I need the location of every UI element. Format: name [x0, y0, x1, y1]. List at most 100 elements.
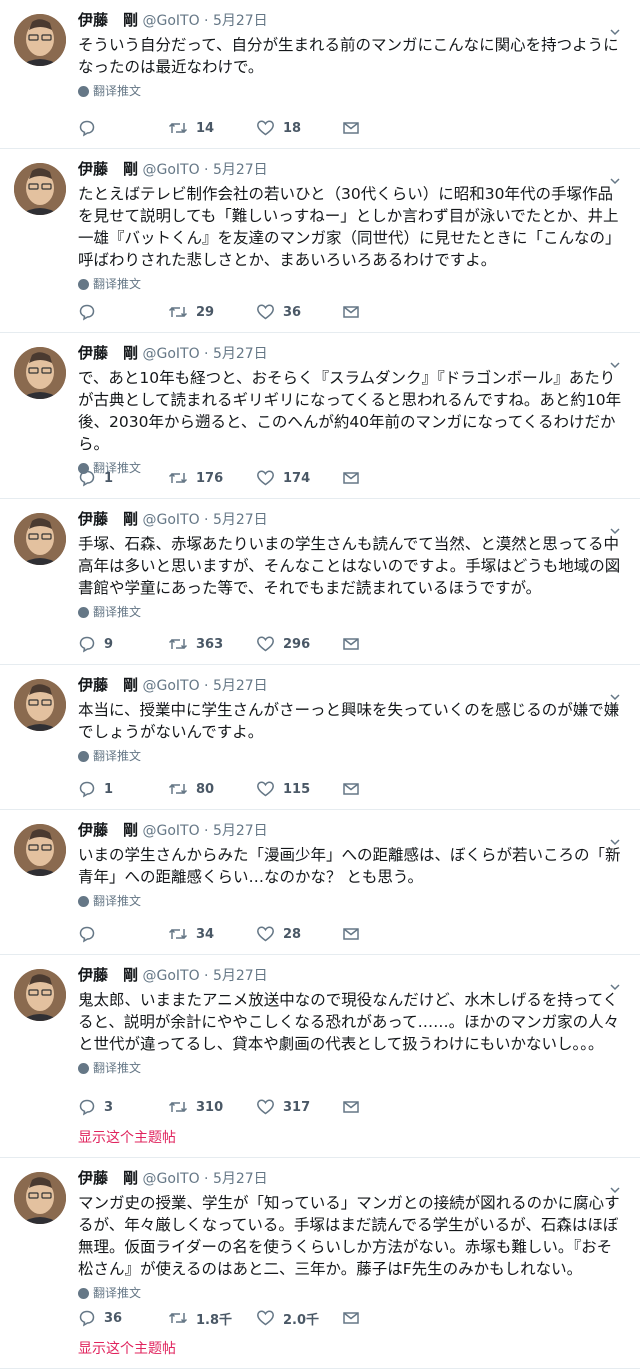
- tweet-date[interactable]: 5月27日: [213, 968, 268, 984]
- message-button[interactable]: [342, 635, 382, 653]
- like-button[interactable]: 296: [256, 635, 342, 653]
- tweet-actions: 29 36: [78, 302, 382, 322]
- reply-icon: [78, 780, 96, 798]
- show-thread-link[interactable]: 显示这个主题帖: [78, 1338, 176, 1358]
- user-handle[interactable]: @GoITO: [142, 512, 199, 528]
- chevron-down-icon[interactable]: [610, 22, 620, 36]
- like-icon: [256, 780, 275, 798]
- tweet[interactable]: 伊藤 剛 @GoITO · 5月27日 いまの学生さんからみた「漫画少年」への距…: [0, 810, 640, 955]
- avatar[interactable]: [14, 14, 66, 66]
- like-button[interactable]: 36: [256, 303, 342, 321]
- user-handle[interactable]: @GoITO: [142, 968, 199, 984]
- message-button[interactable]: [342, 1309, 382, 1327]
- chevron-down-icon[interactable]: [610, 832, 620, 846]
- chevron-down-icon[interactable]: [610, 1180, 620, 1194]
- reply-button[interactable]: [78, 119, 168, 137]
- display-name[interactable]: 伊藤 剛: [78, 11, 138, 29]
- reply-button[interactable]: 1: [78, 780, 168, 798]
- tweet[interactable]: 伊藤 剛 @GoITO · 5月27日 手塚、石森、赤塚あたりいまの学生さんも読…: [0, 499, 640, 665]
- retweet-button[interactable]: 310: [168, 1098, 256, 1116]
- display-name[interactable]: 伊藤 剛: [78, 966, 138, 984]
- like-button[interactable]: 174: [256, 469, 342, 487]
- user-handle[interactable]: @GoITO: [142, 13, 199, 29]
- avatar[interactable]: [14, 969, 66, 1021]
- retweet-count: 1.8千: [196, 1312, 233, 1328]
- tweet-date[interactable]: 5月27日: [213, 1171, 268, 1187]
- message-button[interactable]: [342, 119, 382, 137]
- show-thread-link[interactable]: 显示这个主题帖: [78, 1127, 176, 1147]
- reply-button[interactable]: 9: [78, 635, 168, 653]
- tweet-date[interactable]: 5月27日: [213, 13, 268, 29]
- avatar[interactable]: [14, 347, 66, 399]
- like-button[interactable]: 28: [256, 925, 342, 943]
- tweet[interactable]: 伊藤 剛 @GoITO · 5月27日 本当に、授業中に学生さんがさーっと興味を…: [0, 665, 640, 810]
- retweet-icon: [168, 925, 188, 943]
- avatar[interactable]: [14, 1172, 66, 1224]
- reply-button[interactable]: 3: [78, 1098, 168, 1116]
- chevron-down-icon[interactable]: [610, 171, 620, 185]
- like-icon: [256, 469, 275, 487]
- retweet-button[interactable]: 363: [168, 635, 256, 653]
- display-name[interactable]: 伊藤 剛: [78, 676, 138, 694]
- user-handle[interactable]: @GoITO: [142, 823, 199, 839]
- display-name[interactable]: 伊藤 剛: [78, 821, 138, 839]
- tweet-date[interactable]: 5月27日: [213, 162, 268, 178]
- user-handle[interactable]: @GoITO: [142, 678, 199, 694]
- translate-tweet-link[interactable]: 翻译推文: [78, 748, 624, 764]
- tweet[interactable]: 伊藤 剛 @GoITO · 5月27日 で、あと10年も経つと、おそらく『スラム…: [0, 333, 640, 499]
- retweet-button[interactable]: 1.8千: [168, 1309, 256, 1328]
- retweet-button[interactable]: 176: [168, 469, 256, 487]
- like-button[interactable]: 18: [256, 119, 342, 137]
- user-handle[interactable]: @GoITO: [142, 1171, 199, 1187]
- tweet[interactable]: 伊藤 剛 @GoITO · 5月27日 マンガ史の授業、学生が「知っている」マン…: [0, 1158, 640, 1369]
- chevron-down-icon[interactable]: [610, 977, 620, 991]
- reply-count: 1: [104, 470, 114, 486]
- like-button[interactable]: 115: [256, 780, 342, 798]
- tweet-date[interactable]: 5月27日: [213, 823, 268, 839]
- retweet-button[interactable]: 34: [168, 925, 256, 943]
- avatar[interactable]: [14, 824, 66, 876]
- display-name[interactable]: 伊藤 剛: [78, 344, 138, 362]
- retweet-icon: [168, 469, 188, 487]
- translate-tweet-link[interactable]: 翻译推文: [78, 893, 624, 909]
- message-button[interactable]: [342, 1098, 382, 1116]
- like-button[interactable]: 2.0千: [256, 1309, 342, 1328]
- separator-dot: ·: [204, 1171, 209, 1187]
- translate-tweet-link[interactable]: 翻译推文: [78, 1285, 624, 1301]
- display-name[interactable]: 伊藤 剛: [78, 510, 138, 528]
- message-button[interactable]: [342, 925, 382, 943]
- user-handle[interactable]: @GoITO: [142, 162, 199, 178]
- display-name[interactable]: 伊藤 剛: [78, 1169, 138, 1187]
- reply-button[interactable]: 1: [78, 469, 168, 487]
- message-button[interactable]: [342, 780, 382, 798]
- message-button[interactable]: [342, 469, 382, 487]
- translate-tweet-link[interactable]: 翻译推文: [78, 1060, 624, 1076]
- reply-button[interactable]: [78, 303, 168, 321]
- tweet-date[interactable]: 5月27日: [213, 678, 268, 694]
- reply-button[interactable]: 36: [78, 1309, 168, 1327]
- avatar[interactable]: [14, 163, 66, 215]
- tweet[interactable]: 伊藤 剛 @GoITO · 5月27日 鬼太郎、いままたアニメ放送中なので現役な…: [0, 955, 640, 1158]
- chevron-down-icon[interactable]: [610, 355, 620, 369]
- tweet[interactable]: 伊藤 剛 @GoITO · 5月27日 そういう自分だって、自分が生まれる前のマ…: [0, 0, 640, 149]
- reply-button[interactable]: [78, 925, 168, 943]
- user-handle[interactable]: @GoITO: [142, 346, 199, 362]
- tweet-date[interactable]: 5月27日: [213, 512, 268, 528]
- like-button[interactable]: 317: [256, 1098, 342, 1116]
- retweet-button[interactable]: 14: [168, 119, 256, 137]
- tweet[interactable]: 伊藤 剛 @GoITO · 5月27日 たとえばテレビ制作会社の若いひと（30代…: [0, 149, 640, 333]
- avatar[interactable]: [14, 679, 66, 731]
- chevron-down-icon[interactable]: [610, 687, 620, 701]
- chevron-down-icon[interactable]: [610, 521, 620, 535]
- translate-tweet-link[interactable]: 翻译推文: [78, 83, 624, 99]
- translate-tweet-link[interactable]: 翻译推文: [78, 276, 624, 292]
- tweet-header: 伊藤 剛 @GoITO · 5月27日: [78, 343, 624, 363]
- display-name[interactable]: 伊藤 剛: [78, 160, 138, 178]
- translate-tweet-link[interactable]: 翻译推文: [78, 604, 624, 620]
- message-button[interactable]: [342, 303, 382, 321]
- retweet-button[interactable]: 29: [168, 303, 256, 321]
- separator-dot: ·: [204, 968, 209, 984]
- retweet-button[interactable]: 80: [168, 780, 256, 798]
- avatar[interactable]: [14, 513, 66, 565]
- tweet-date[interactable]: 5月27日: [213, 346, 268, 362]
